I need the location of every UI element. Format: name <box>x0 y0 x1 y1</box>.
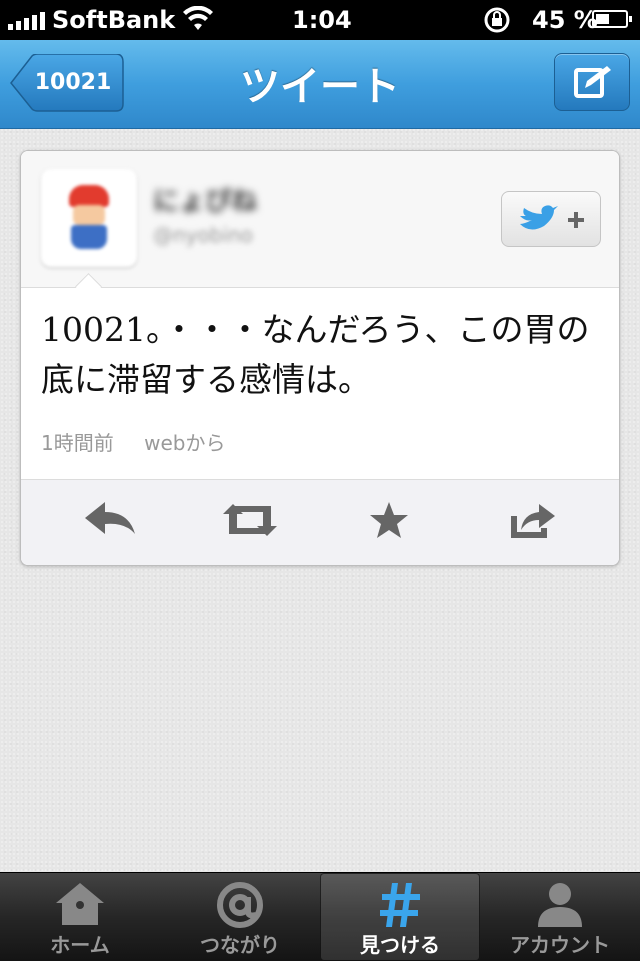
compose-button[interactable] <box>554 53 630 111</box>
tab-connect-label: つながり <box>200 933 280 957</box>
follow-button[interactable] <box>501 191 601 247</box>
page-title: ツイート <box>240 64 400 110</box>
tweet-header: にょぴね @nyobino <box>21 151 619 288</box>
retweet-button[interactable] <box>219 500 277 548</box>
hash-icon <box>380 883 420 927</box>
battery-icon <box>592 10 632 28</box>
tweet-meta: 1時間前 webから <box>41 427 225 456</box>
tweet-text: 10021。・・・なんだろう、この胃の底に滞留する感情は。 <box>41 310 590 399</box>
tab-account[interactable]: アカウント <box>480 873 640 961</box>
user-handle: @nyobino <box>153 223 253 247</box>
tweet-card: にょぴね @nyobino 10021。・・・なんだろう、この胃の底に滞留する感… <box>20 150 620 566</box>
wifi-icon <box>182 5 214 38</box>
home-icon <box>56 883 104 925</box>
tab-home[interactable]: ホーム <box>0 873 160 961</box>
battery-percent: 45 % <box>532 6 598 34</box>
tweet-source: webから <box>144 431 226 455</box>
rotation-lock-icon <box>480 6 514 40</box>
tweet-action-bar <box>21 479 619 565</box>
reply-button[interactable] <box>83 500 139 548</box>
signal-icon <box>8 12 45 30</box>
share-button[interactable] <box>507 500 563 548</box>
share-icon <box>511 504 555 538</box>
avatar[interactable] <box>41 169 137 267</box>
clock: 1:04 <box>292 6 352 34</box>
tab-connect[interactable]: つながり <box>160 873 320 961</box>
navigation-bar: 10021 ツイート <box>0 40 640 129</box>
tab-discover-label: 見つける <box>360 933 440 957</box>
retweet-icon <box>223 504 277 536</box>
tab-discover[interactable]: 見つける <box>320 873 480 961</box>
tweet-time: 1時間前 <box>41 431 114 455</box>
tab-account-label: アカウント <box>510 933 610 957</box>
favorite-button[interactable] <box>367 500 423 548</box>
user-name[interactable]: にょぴね <box>153 181 257 218</box>
reply-icon <box>85 502 135 534</box>
at-icon <box>217 882 263 928</box>
carrier-label: SoftBank <box>52 6 176 34</box>
compose-icon <box>574 66 611 98</box>
tab-bar: ホーム つながり 見つける アカウント <box>0 872 640 961</box>
status-bar: SoftBank 1:04 45 % <box>0 0 640 40</box>
star-icon <box>370 502 408 538</box>
person-icon <box>538 883 582 927</box>
bird-plus-icon <box>520 205 584 230</box>
tab-home-label: ホーム <box>50 933 110 957</box>
